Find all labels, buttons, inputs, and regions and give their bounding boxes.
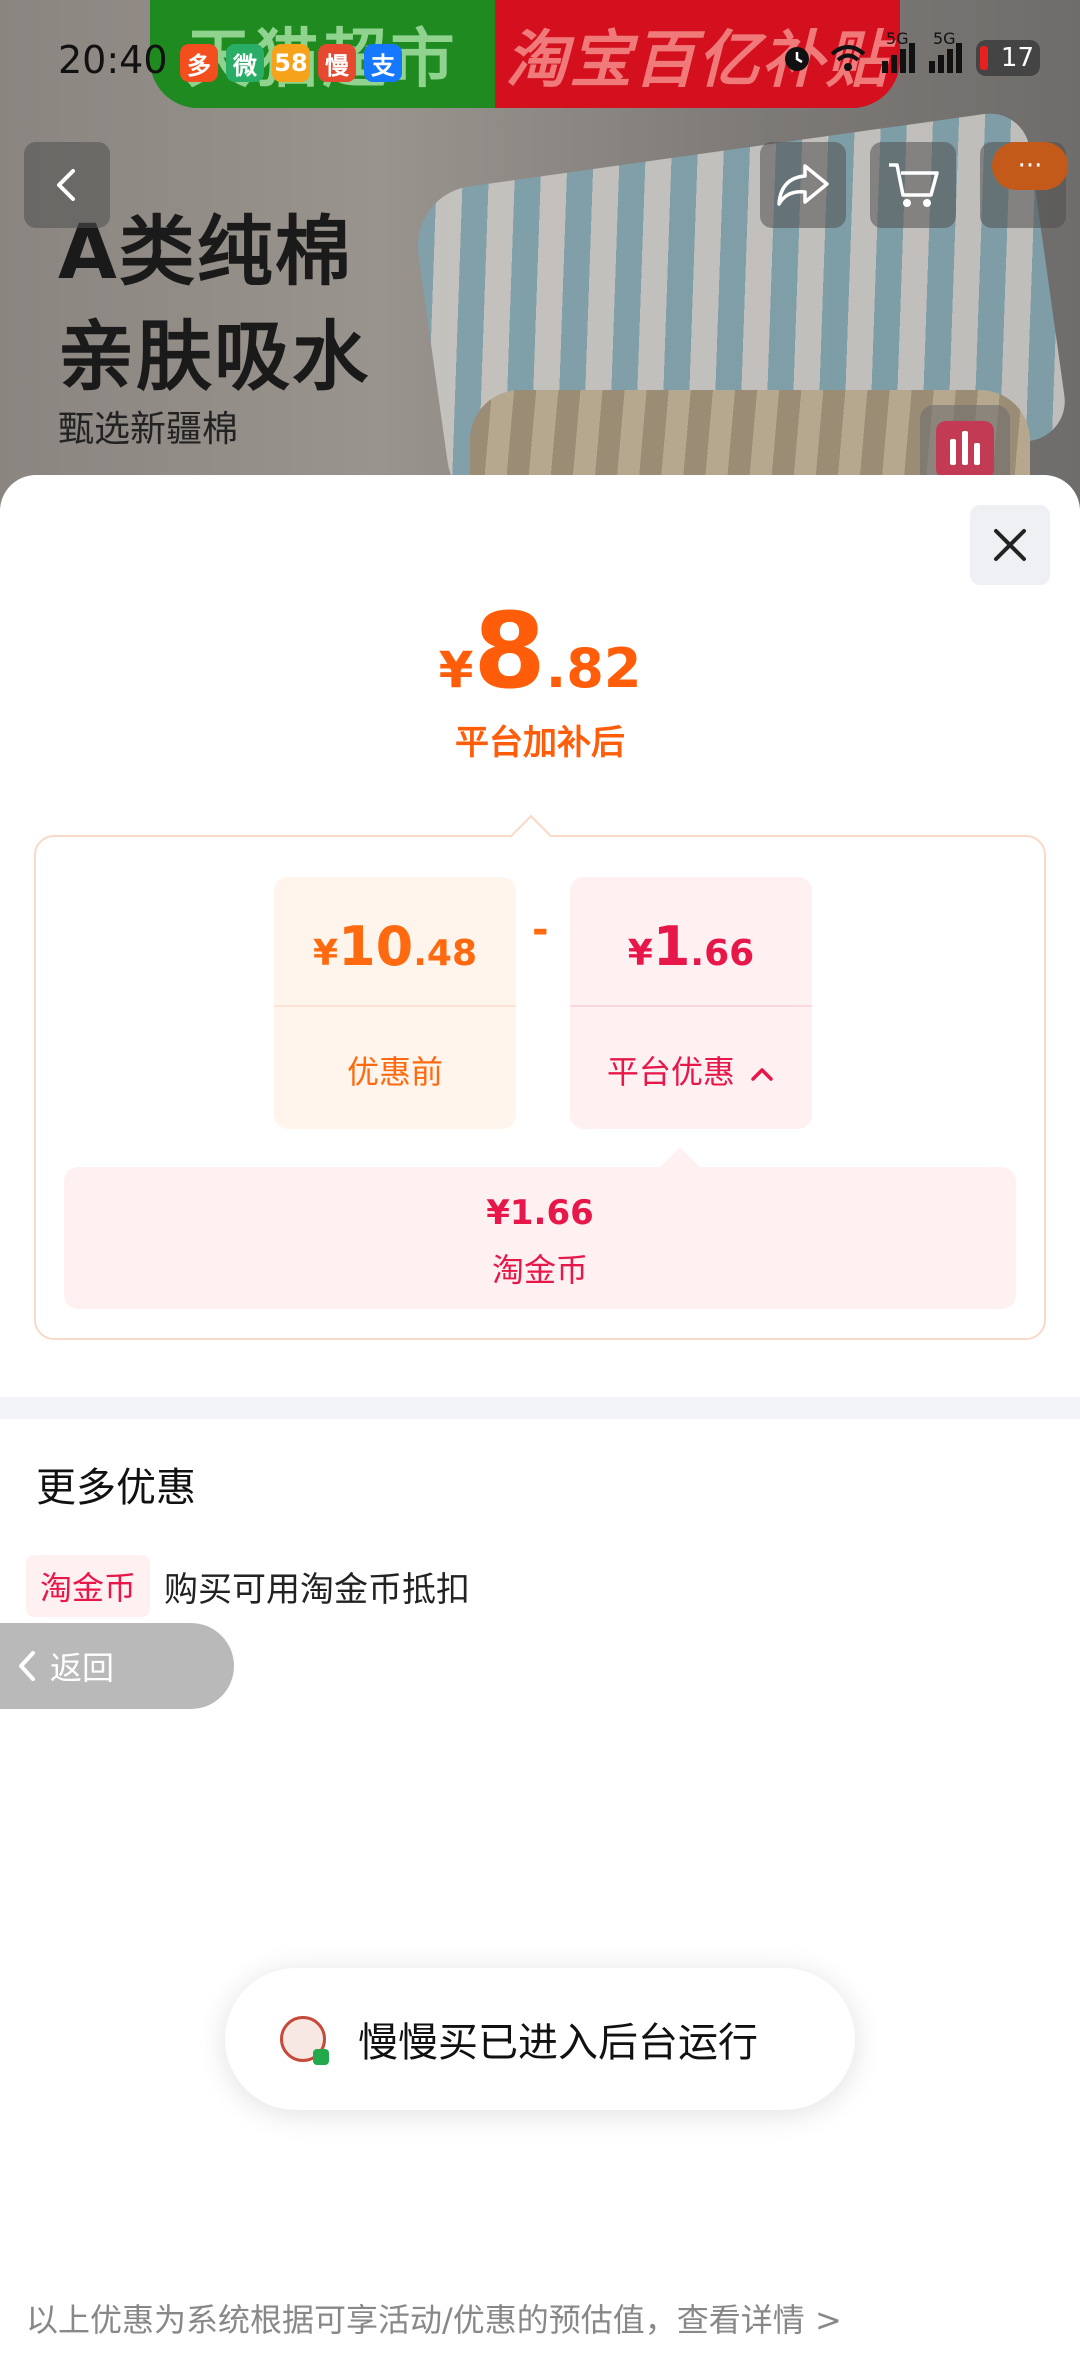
card-divider: [274, 1005, 516, 1007]
battery-icon: 17: [976, 40, 1040, 76]
notification-app-icons: 多微 58 慢支: [180, 44, 402, 82]
wifi-icon: [830, 45, 866, 71]
manman-icon: 慢: [318, 44, 356, 82]
return-button[interactable]: 返回: [0, 1623, 234, 1709]
wechat-icon: 微: [226, 44, 264, 82]
final-price-currency: ¥: [438, 641, 474, 699]
toast-text: 慢慢买已进入后台运行: [358, 2020, 758, 2066]
signal-icon-2: 5G: [929, 29, 962, 73]
more-dots-icon: ···: [992, 142, 1068, 190]
background-running-toast: 慢慢买已进入后台运行: [225, 1968, 855, 2110]
chevron-up-icon: [751, 1068, 773, 1081]
signal-icon-1: 5G: [882, 29, 915, 73]
return-label: 返回: [50, 1649, 115, 1687]
discount-decimal: .66: [690, 933, 755, 974]
alarm-icon: [785, 47, 809, 71]
final-price-decimal: .82: [545, 637, 642, 700]
original-price: ¥10.48: [274, 915, 516, 978]
chevron-left-icon: [57, 169, 75, 201]
bar-chart-icon: [936, 421, 994, 479]
chevron-left-icon: [19, 1651, 35, 1681]
status-bar: 天猫超市 淘宝百亿补贴 20:40 多微58慢支 5G 5G 17: [0, 0, 1080, 130]
network-type-2: 5G: [933, 29, 956, 48]
final-price: ¥8.82: [0, 590, 1080, 712]
original-price-card: ¥10.48 优惠前: [274, 877, 516, 1129]
final-price-caption: 平台加补后: [455, 723, 625, 763]
discount-label: 平台优惠: [606, 1053, 735, 1091]
original-price-currency: ¥: [313, 933, 339, 974]
estimate-disclaimer-link[interactable]: 以上优惠为系统根据可享活动/优惠的预估值，查看详情 >: [26, 2295, 842, 2341]
cart-icon: [889, 163, 939, 207]
discount-currency: ¥: [627, 933, 653, 974]
coin-label: 淘金币: [491, 1251, 588, 1289]
hero-headline-2: 亲肤吸水: [58, 312, 370, 401]
more-offers-title: 更多优惠: [36, 1465, 196, 1511]
discount-label-row: 平台优惠: [570, 1047, 812, 1093]
alipay-icon: 支: [364, 44, 402, 82]
pinduoduo-icon: 多: [180, 44, 218, 82]
offer-description: 购买可用淘金币抵扣: [164, 1569, 471, 1610]
discount-integer: 1: [652, 915, 691, 978]
status-time: 20:40: [58, 38, 168, 82]
battery-level: 17: [1000, 43, 1034, 73]
discount-amount: ¥1.66: [570, 915, 812, 978]
price-breakdown: ¥10.48 优惠前 - ¥1.66 平台优惠 ¥1.66 淘金币: [34, 814, 1046, 1340]
original-price-label: 优惠前: [346, 1053, 443, 1091]
close-icon: [994, 529, 1026, 561]
system-icons: 5G 5G 17: [780, 29, 1040, 76]
coin-amount: ¥1.66: [486, 1193, 594, 1233]
offer-row-taojinbi: 淘金币 购买可用淘金币抵扣: [26, 1555, 470, 1617]
back-button[interactable]: [24, 142, 110, 228]
network-type-1: 5G: [886, 29, 909, 48]
offer-tag: 淘金币: [26, 1555, 151, 1617]
breakdown-notch: [509, 814, 553, 858]
original-price-decimal: .48: [413, 933, 477, 974]
original-price-integer: 10: [338, 915, 414, 978]
taojinbi-discount-detail: ¥1.66 淘金币: [64, 1147, 1016, 1309]
final-price-integer: 8: [473, 590, 546, 712]
58-icon: 58: [272, 44, 310, 82]
coin-notch: [660, 1147, 700, 1187]
close-button[interactable]: [970, 505, 1050, 585]
share-button[interactable]: [760, 142, 846, 228]
price-detail-sheet: ¥8.82 平台加补后 ¥10.48 优惠前 - ¥1.66 平台优惠 ¥1.6…: [0, 475, 1080, 2376]
section-divider: [0, 1397, 1080, 1419]
minus-operator: -: [532, 907, 549, 953]
hero-subtitle: 甄选新疆棉: [58, 409, 239, 450]
share-icon: [777, 164, 829, 206]
cart-button[interactable]: [870, 142, 956, 228]
manmanmai-app-icon: [280, 2016, 329, 2065]
card-divider: [570, 1005, 812, 1007]
platform-discount-card[interactable]: ¥1.66 平台优惠: [570, 877, 812, 1129]
